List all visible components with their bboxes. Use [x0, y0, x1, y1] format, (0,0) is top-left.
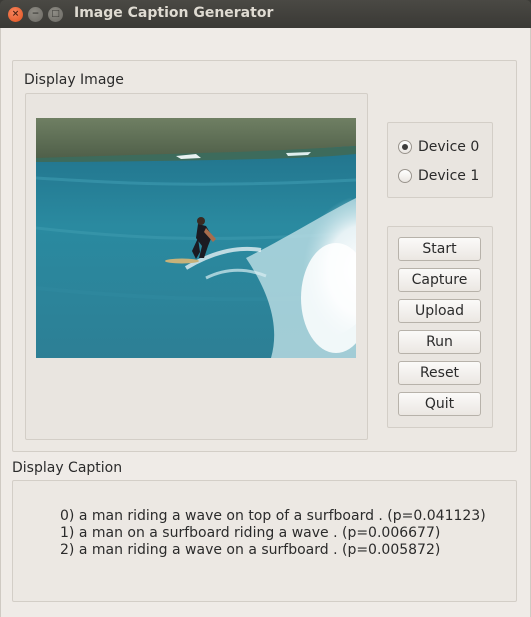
maximize-icon[interactable]: □ [48, 7, 63, 22]
quit-button[interactable]: Quit [398, 392, 481, 416]
run-button[interactable]: Run [398, 330, 481, 354]
minimize-icon[interactable]: − [28, 7, 43, 22]
close-icon[interactable]: × [8, 7, 23, 22]
surf-photo [36, 118, 356, 358]
start-button[interactable]: Start [398, 237, 481, 261]
caption-line-1: 1) a man on a surfboard riding a wave . … [60, 525, 441, 541]
caption-results: 0) a man riding a wave on top of a surfb… [60, 508, 486, 559]
device-1-label: Device 1 [418, 168, 480, 184]
window-titlebar: × − □ Image Caption Generator [0, 0, 531, 28]
caption-line-2: 2) a man riding a wave on a surfboard . … [60, 542, 441, 558]
caption-line-0: 0) a man riding a wave on top of a surfb… [60, 508, 486, 524]
captured-image [36, 118, 356, 358]
device-0-radio[interactable]: Device 0 [398, 138, 479, 156]
device-1-radio[interactable]: Device 1 [398, 167, 479, 185]
capture-button[interactable]: Capture [398, 268, 481, 292]
display-image-label: Display Image [24, 72, 124, 88]
window-title: Image Caption Generator [74, 5, 274, 21]
radio-selected-indicator[interactable] [398, 140, 412, 154]
device-selector-panel [387, 122, 493, 198]
upload-button[interactable]: Upload [398, 299, 481, 323]
device-0-label: Device 0 [418, 139, 480, 155]
reset-button[interactable]: Reset [398, 361, 481, 385]
display-caption-label: Display Caption [12, 460, 123, 476]
radio-unselected-indicator[interactable] [398, 169, 412, 183]
